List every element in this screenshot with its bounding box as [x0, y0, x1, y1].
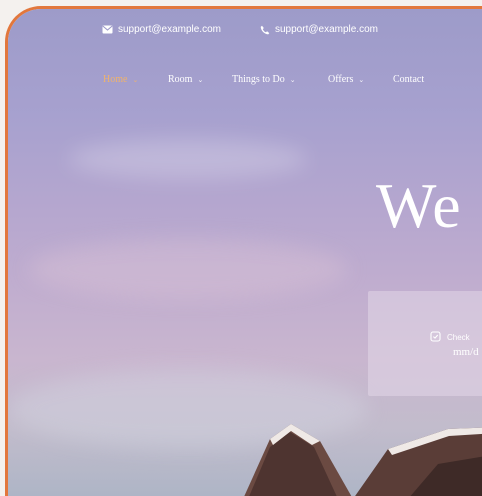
phone-text: support@example.com [275, 24, 378, 35]
phone-icon [260, 25, 270, 35]
chevron-down-icon: ⌄ [197, 75, 204, 84]
check-in-label: Check [447, 333, 470, 342]
main-navigation: Home ⌄ Room ⌄ Things to Do ⌄ Offers ⌄ Co… [8, 74, 482, 94]
cloud [8, 369, 368, 449]
email-contact[interactable]: support@example.com [102, 24, 221, 35]
cloud [28, 239, 348, 299]
hero-title: We [376, 170, 462, 241]
check-in-field[interactable]: Check [430, 331, 470, 344]
cloud [68, 139, 308, 179]
phone-contact[interactable]: support@example.com [260, 24, 378, 35]
nav-item-home[interactable]: Home ⌄ [103, 74, 138, 85]
nav-item-room[interactable]: Room ⌄ [168, 74, 203, 85]
nav-item-contact[interactable]: Contact [393, 74, 424, 85]
nav-label: Contact [393, 74, 425, 85]
top-contact-bar: support@example.com support@example.com [8, 22, 482, 42]
nav-label: Things to Do [232, 74, 285, 85]
chevron-down-icon: ⌄ [289, 75, 296, 84]
check-in-date[interactable]: mm/d [453, 346, 479, 358]
booking-form: Check mm/d [368, 291, 482, 396]
nav-item-offers[interactable]: Offers ⌄ [328, 74, 364, 85]
nav-label: Room [168, 74, 193, 85]
envelope-icon [102, 25, 113, 34]
chevron-down-icon: ⌄ [358, 75, 365, 84]
nav-item-things-to-do[interactable]: Things to Do ⌄ [232, 74, 296, 85]
chevron-down-icon: ⌄ [132, 75, 139, 84]
hero-frame: support@example.com support@example.com … [5, 6, 482, 496]
nav-label: Home [103, 74, 128, 85]
email-text: support@example.com [118, 24, 221, 35]
calendar-check-icon [430, 331, 441, 344]
nav-label: Offers [328, 74, 354, 85]
